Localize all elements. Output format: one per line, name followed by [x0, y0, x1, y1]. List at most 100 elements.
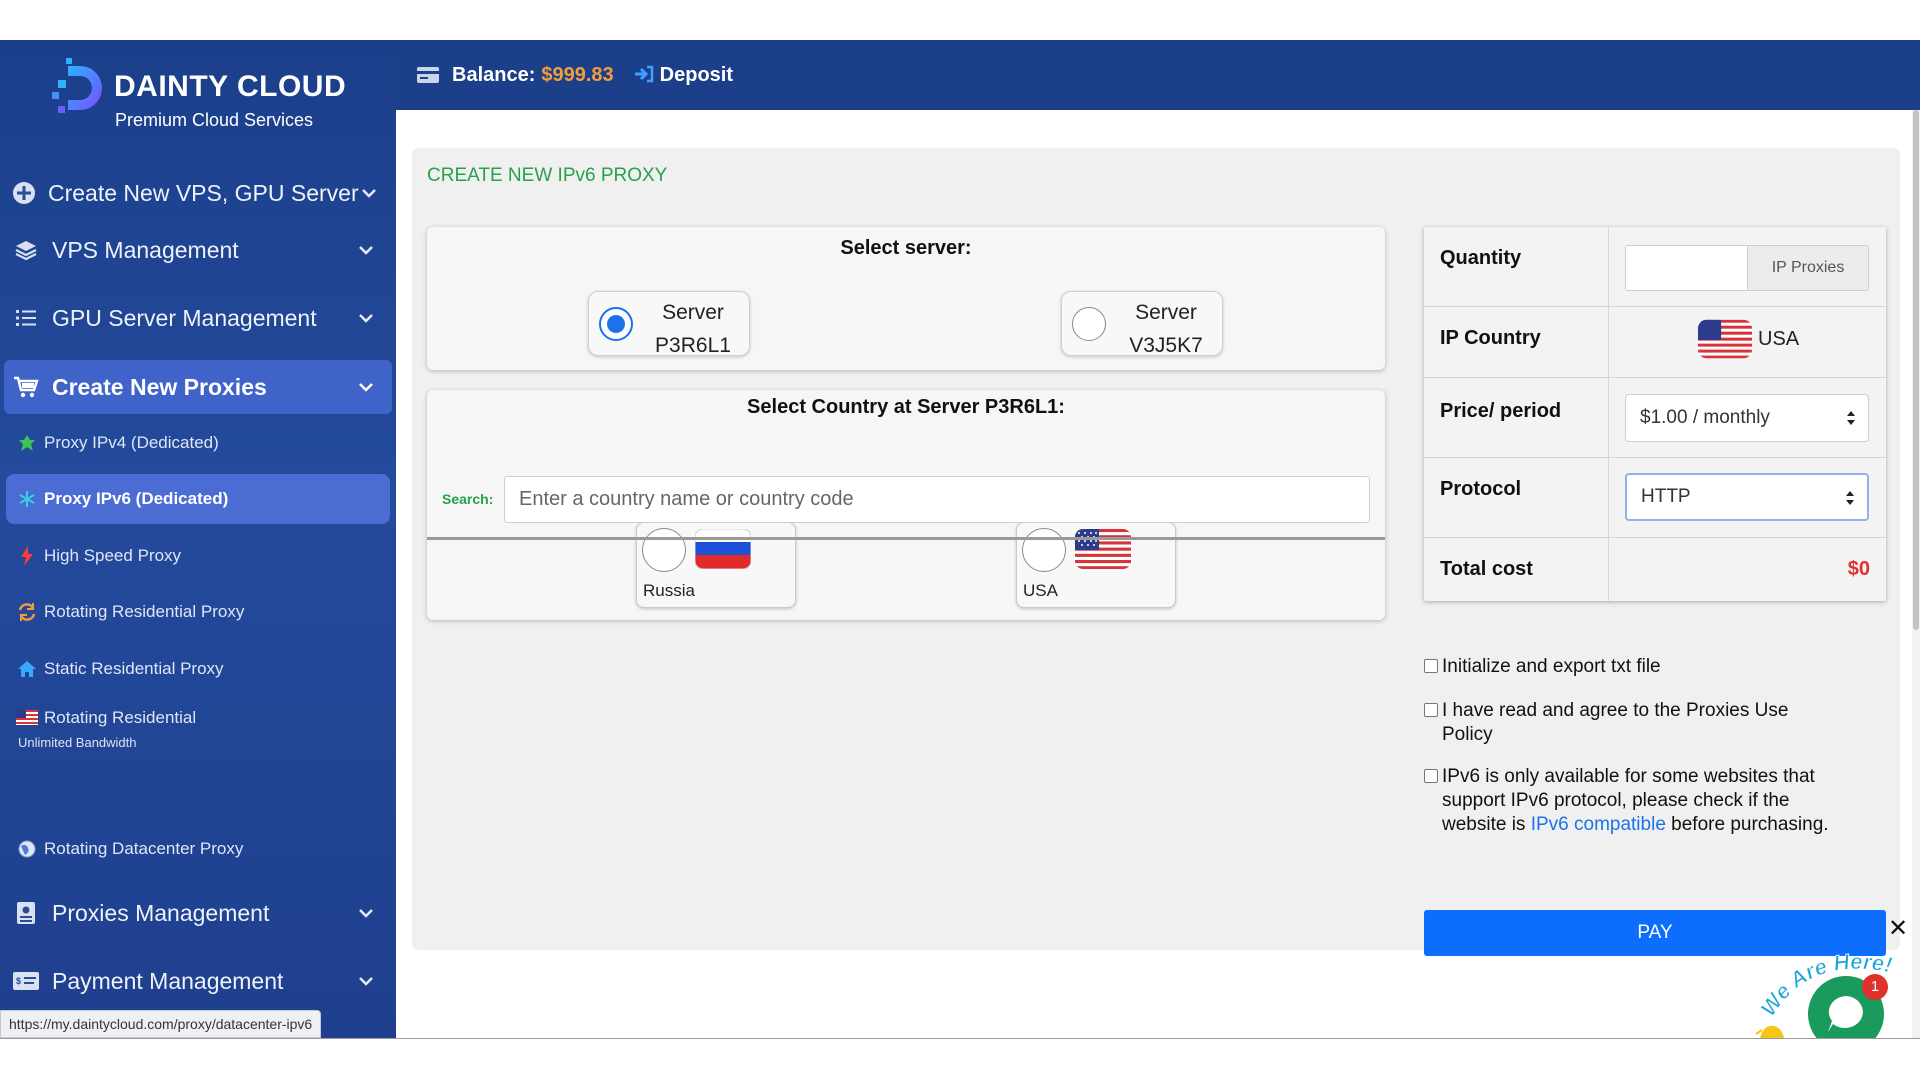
scrollbar-thumb[interactable] — [1913, 110, 1919, 630]
quantity-label: Quantity — [1440, 247, 1522, 269]
layers-icon — [12, 236, 40, 264]
sidebar-subitem-static-residential[interactable]: Static Residential Proxy — [6, 644, 390, 694]
quantity-suffix: IP Proxies — [1748, 246, 1868, 290]
brand-tagline: Premium Cloud Services — [115, 110, 314, 130]
waving-hand-icon — [1755, 1025, 1784, 1038]
sidebar-subitem-rotating-residential[interactable]: Rotating Residential Proxy — [6, 587, 390, 637]
order-summary-table: Quantity IP Proxies IP Country USA Price… — [1424, 227, 1886, 601]
ipv6-notice-option: IPv6 is only available for some websites… — [1424, 765, 1844, 837]
protocol-row: Protocol HTTP — [1424, 458, 1886, 538]
deposit-label: Deposit — [659, 63, 734, 86]
country-select-heading: Select Country at Server P3R6L1: — [747, 396, 1065, 418]
ip-country-label: IP Country — [1440, 327, 1541, 349]
country-search-input[interactable] — [504, 476, 1370, 523]
top-bar: Balance: $999.83 Deposit — [396, 40, 1920, 110]
agree-policy-option: I have read and agree to the Proxies Use… — [1424, 699, 1844, 747]
chevron-down-icon — [352, 903, 380, 923]
export-txt-checkbox[interactable] — [1424, 659, 1438, 673]
sidebar-item-proxies-management[interactable]: Proxies Management — [4, 886, 392, 940]
sidebar-subitem-label: Proxy IPv6 (Dedicated) — [44, 489, 229, 508]
sidebar-item-create-proxies[interactable]: Create New Proxies — [4, 360, 392, 414]
country-option-usa[interactable]: USA — [1016, 522, 1176, 608]
sidebar-item-label: GPU Server Management — [52, 304, 317, 331]
sidebar: DAINTY CLOUD Premium Cloud Services Crea… — [0, 40, 396, 1038]
brand-name: DAINTY CLOUD — [114, 70, 347, 103]
ipv6-compatible-link[interactable]: IPv6 compatible — [1531, 814, 1666, 835]
balance-label: Balance: — [452, 63, 536, 86]
protocol-value: HTTP — [1641, 486, 1691, 507]
agree-policy-checkbox[interactable] — [1424, 703, 1438, 717]
export-txt-option: Initialize and export txt file — [1424, 655, 1886, 679]
chevron-down-icon — [352, 971, 380, 991]
server-option-line2: V3J5K7 — [1129, 334, 1203, 357]
server-option-line2: P3R6L1 — [655, 334, 731, 357]
bolt-icon — [16, 545, 38, 567]
sidebar-subitem-note: Unlimited Bandwidth — [18, 734, 137, 750]
server-radio[interactable] — [1072, 307, 1106, 341]
country-radio[interactable] — [1022, 528, 1066, 572]
sidebar-subitem-rotating-unlimited[interactable]: Rotating Residential Unlimited Bandwidth — [6, 697, 390, 759]
chevron-down-icon — [352, 308, 380, 328]
sidebar-subitem-proxy-ipv4[interactable]: Proxy IPv4 (Dedicated) — [6, 418, 390, 468]
export-txt-label: Initialize and export txt file — [1442, 656, 1661, 677]
total-label: Total cost — [1440, 558, 1533, 580]
ipv6-notice-checkbox[interactable] — [1424, 769, 1438, 783]
country-divider — [427, 537, 1385, 540]
price-label: Price/ period — [1440, 400, 1562, 422]
row-separator — [1608, 307, 1609, 377]
search-label: Search: — [442, 491, 494, 507]
server-option-p3r6l1[interactable]: Server P3R6L1 — [588, 291, 750, 357]
price-period-select[interactable]: $1.00 / monthly — [1625, 394, 1869, 442]
sidebar-item-create-vps[interactable]: Create New VPS, GPU Server — [4, 166, 392, 220]
country-radio[interactable] — [642, 528, 686, 572]
ip-country-value: USA — [1698, 319, 1799, 359]
sidebar-subitem-label: High Speed Proxy — [44, 546, 182, 565]
country-option-label: Russia — [643, 581, 695, 600]
server-radio-checked[interactable] — [599, 307, 633, 341]
ip-country-text: USA — [1758, 327, 1800, 350]
server-option-label: Server P3R6L1 — [645, 296, 741, 362]
price-row: Price/ period $1.00 / monthly — [1424, 378, 1886, 458]
payment-card-icon: $ — [12, 967, 40, 995]
sign-in-icon — [634, 65, 656, 85]
us-flag-icon — [16, 707, 38, 729]
sidebar-subitem-label: Rotating Residential Proxy — [44, 602, 245, 621]
cart-icon — [12, 373, 40, 401]
sidebar-item-payment-management[interactable]: $ Payment Management — [4, 954, 392, 1008]
sidebar-subitem-rotating-datacenter[interactable]: Rotating Datacenter Proxy — [6, 824, 390, 874]
row-separator — [1608, 227, 1609, 306]
ipv6-notice-label: IPv6 is only available for some websites… — [1442, 765, 1844, 837]
total-value: $0 — [1847, 558, 1870, 580]
home-icon — [16, 658, 38, 680]
sidebar-subitem-label: Rotating Residential — [44, 707, 197, 727]
sidebar-subitem-proxy-ipv6[interactable]: Proxy IPv6 (Dedicated) — [6, 474, 390, 524]
page-title: CREATE NEW IPv6 PROXY — [427, 165, 668, 186]
sidebar-subitem-high-speed[interactable]: High Speed Proxy — [6, 531, 390, 581]
server-option-v3j5k7[interactable]: Server V3J5K7 — [1061, 291, 1223, 357]
quantity-input-group: IP Proxies — [1625, 245, 1869, 291]
sidebar-item-label: Payment Management — [52, 967, 284, 994]
row-separator — [1608, 458, 1609, 537]
app-window: DAINTY CLOUD Premium Cloud Services Crea… — [0, 40, 1920, 1039]
quantity-input[interactable] — [1626, 246, 1748, 290]
rotate-icon — [16, 601, 38, 623]
total-row: Total cost $0 — [1424, 538, 1886, 601]
sidebar-item-gpu-management[interactable]: GPU Server Management — [4, 291, 392, 345]
wallet-icon — [416, 65, 442, 85]
sidebar-item-vps-management[interactable]: VPS Management — [4, 223, 392, 277]
sidebar-subitem-label: Proxy IPv4 (Dedicated) — [44, 433, 219, 452]
brand[interactable]: DAINTY CLOUD Premium Cloud Services — [46, 56, 376, 136]
balance-value: $999.83 — [541, 63, 614, 86]
price-period-value: $1.00 / monthly — [1640, 407, 1770, 428]
plus-circle-icon — [12, 179, 36, 207]
us-flag-icon — [1075, 529, 1131, 569]
deposit-link[interactable]: Deposit — [634, 64, 733, 87]
chevron-down-icon — [359, 183, 380, 203]
russia-flag-icon — [695, 529, 751, 569]
row-separator — [1608, 378, 1609, 457]
chevron-down-icon — [352, 240, 380, 260]
live-chat-widget[interactable]: We Are Here! 1 — [1752, 938, 1920, 1038]
protocol-select[interactable]: HTTP — [1625, 473, 1869, 521]
dainty-cloud-logo-icon — [52, 58, 102, 113]
country-option-russia[interactable]: Russia — [636, 522, 796, 608]
